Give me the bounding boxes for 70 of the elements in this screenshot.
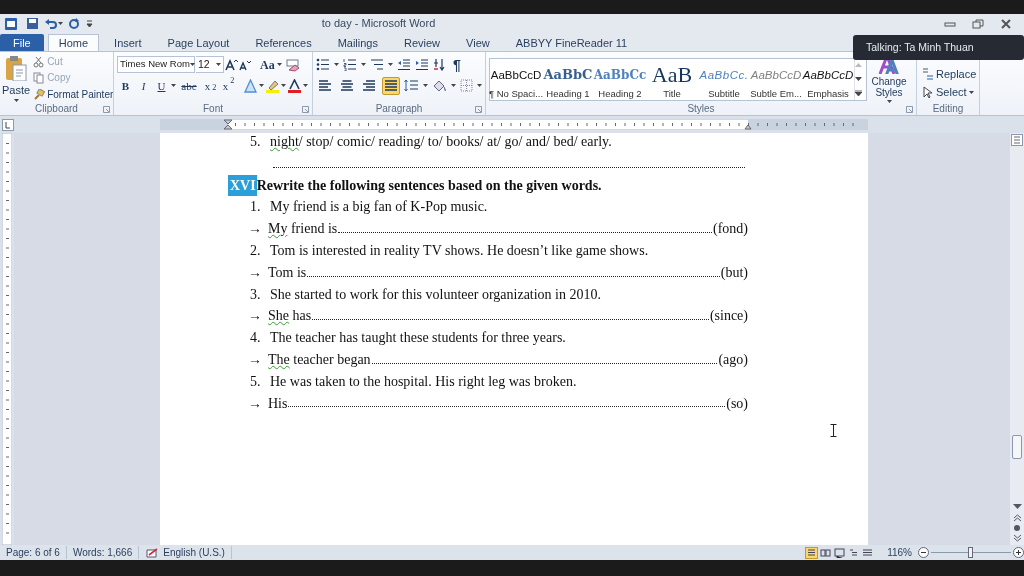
hint-word: (since) — [709, 307, 748, 326]
ribbon-tab[interactable]: Page Layout — [156, 34, 241, 51]
format-button[interactable]: abc — [177, 78, 201, 93]
section-heading: Rewrite the following sentences based on the given words. — [256, 176, 602, 195]
sentence: The teacher has taught these students for three years. — [270, 329, 566, 348]
font-size-field[interactable]: 12 — [196, 56, 224, 73]
arrow-symbol: → — [248, 263, 263, 282]
hint-word: (ago) — [718, 350, 748, 369]
hint-word: (so) — [726, 394, 748, 413]
show-marks-button[interactable]: ¶ — [451, 57, 463, 72]
style-button[interactable]: AaBbC Heading 1 — [542, 59, 594, 100]
section-number: XVI — [228, 174, 257, 197]
style-button[interactable]: AaBbCcD Subtle Em... — [750, 59, 802, 100]
zoom-level-text[interactable]: 116% — [887, 545, 912, 560]
ribbon-tab[interactable]: Home — [47, 34, 100, 51]
list-number: 2. — [250, 242, 262, 260]
list-number: 1. — [250, 198, 262, 217]
list-number: 4. — [250, 329, 262, 348]
ribbon-button[interactable]: Format Painter — [31, 87, 113, 102]
list-number: 5. — [250, 372, 262, 391]
status-text[interactable]: Words: 1,666 — [72, 546, 133, 559]
paste-button[interactable]: Paste — [1, 54, 32, 103]
ribbon-tab[interactable]: Insert — [103, 34, 153, 51]
arrow-symbol: → — [248, 350, 263, 369]
format-button[interactable]: U — [153, 78, 170, 93]
ribbon-tab[interactable]: Mailings — [326, 34, 389, 51]
ribbon-tab[interactable]: Review — [393, 34, 452, 51]
list-number: 3. — [250, 285, 262, 304]
ribbon-button[interactable]: Select — [920, 85, 979, 99]
ribbon-button[interactable]: Replace — [920, 67, 979, 81]
sentence: He was taken to the hospital. His right leg was broken. — [270, 372, 577, 391]
sentence: Tom is interested in reality TV shows. He doesn’t like game shows. — [270, 242, 649, 260]
file-tab[interactable]: File — [0, 34, 44, 51]
hint-word: (but) — [720, 263, 748, 282]
group-label: Clipboard — [35, 103, 78, 115]
hint-word: (fond) — [713, 220, 748, 239]
sentence: She started to work for this volunteer organization in 2010. — [270, 285, 601, 304]
change-case-button[interactable]: Aa — [258, 57, 284, 72]
arrow-symbol: → — [248, 307, 263, 326]
ribbon-tab[interactable]: View — [455, 34, 501, 51]
style-button[interactable]: AaBbCc. Subtitle — [698, 59, 750, 100]
group-label: Paragraph — [375, 103, 423, 115]
style-button[interactable]: AaBbCcD ¶ No Spaci... — [490, 59, 542, 100]
notification-toast: Talking: Ta Minh Thuan — [853, 35, 1024, 60]
answer-prompt: The teacher began — [268, 350, 371, 369]
format-button[interactable]: x$^{2}$ — [220, 78, 237, 93]
status-text[interactable]: English (U.S.) — [163, 546, 225, 559]
answer-prompt: His — [268, 394, 288, 413]
answer-prompt: Tom is — [268, 263, 307, 282]
status-text[interactable]: Page: 6 of 6 — [6, 546, 60, 559]
ribbon-tab[interactable]: ABBYY FineReader 11 — [504, 34, 639, 51]
format-button[interactable]: B — [117, 78, 134, 93]
arrow-symbol: → — [248, 394, 263, 413]
ribbon-tab[interactable]: References — [244, 34, 323, 51]
group-label: Styles — [687, 103, 715, 115]
sentence: My friend is a big fan of K-Pop music. — [270, 198, 488, 217]
style-button[interactable]: AaBbCcD Emphasis — [802, 59, 854, 100]
answer-prompt: She has — [268, 307, 312, 326]
arrow-symbol: → — [248, 220, 263, 239]
list-number: 5. — [250, 133, 262, 151]
answer-prompt: My friend is — [268, 220, 338, 239]
sentence: night/ stop/ comic/ reading/ to/ books/ at/ go/ and/ bed/ early. — [270, 133, 612, 151]
group-label: Font — [203, 103, 223, 115]
font-name-field[interactable]: Times New Rom — [117, 56, 195, 73]
style-button[interactable]: AaB Title — [646, 59, 698, 100]
format-button[interactable]: x$_{2}$ — [202, 78, 219, 93]
window-title: to day - Microsoft Word — [321, 16, 436, 32]
format-button[interactable]: I — [135, 78, 152, 93]
group-label: Editing — [932, 103, 964, 115]
style-button[interactable]: AaBbCc Heading 2 — [594, 59, 646, 100]
